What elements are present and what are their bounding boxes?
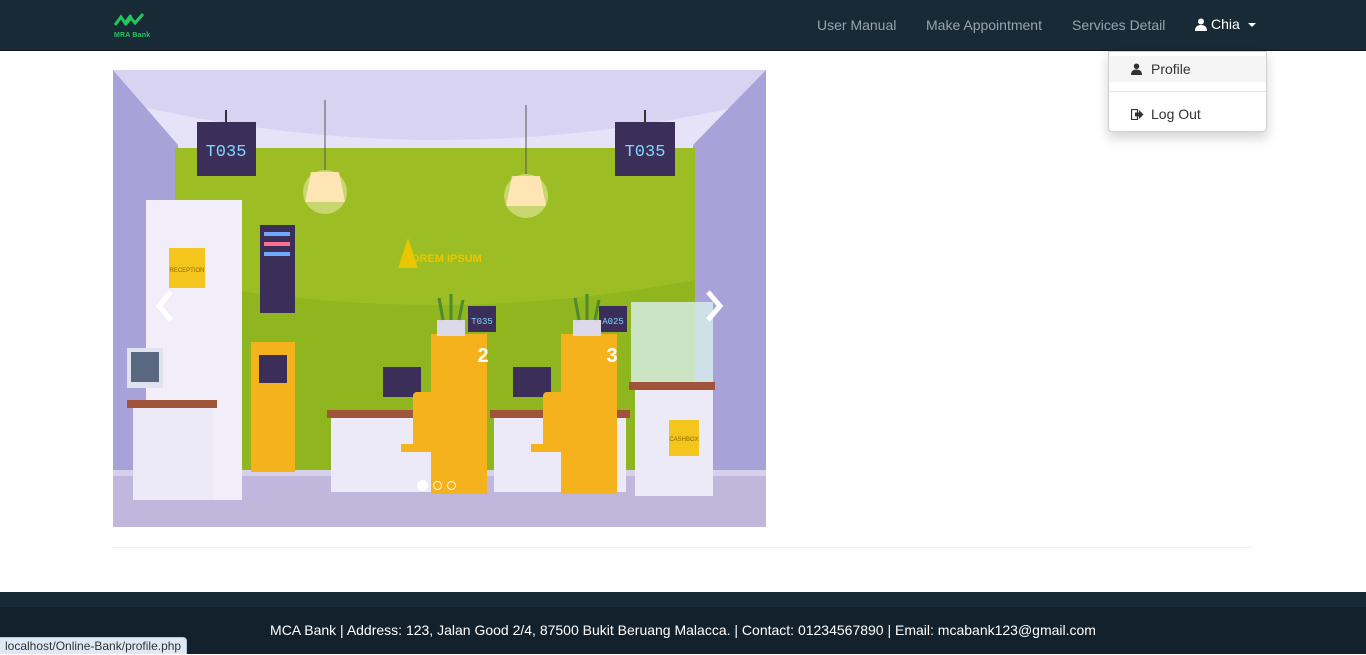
nav-user-manual[interactable]: User Manual (817, 17, 896, 33)
chevron-left-icon (155, 290, 173, 322)
wall-logo-text: LOREM IPSUM (404, 253, 482, 265)
content-divider (113, 547, 1252, 548)
nav-services-detail[interactable]: Services Detail (1072, 17, 1165, 33)
carousel-indicator-2[interactable] (433, 481, 442, 490)
carousel-indicators (417, 480, 456, 491)
counter-2-number: 2 (477, 345, 488, 367)
site-footer: MCA Bank | Address: 123, Jalan Good 2/4,… (0, 607, 1366, 654)
carousel-prev-button[interactable] (151, 286, 181, 326)
cashbox-sign-text: CASHBOX (669, 437, 698, 443)
top-navbar: MRA Bank User Manual Make Appointment Se… (0, 0, 1366, 51)
carousel-indicator-3[interactable] (447, 481, 456, 490)
reception-sign-text: RECEPTION (169, 268, 204, 274)
brand-logo[interactable]: MRA Bank (113, 13, 159, 43)
user-dropdown-menu: Profile Log Out (1108, 51, 1267, 132)
screen-right-text: T035 (625, 143, 666, 162)
footer-top-band (0, 592, 1366, 607)
carousel-next-button[interactable] (698, 286, 728, 326)
bank-interior-illustration: T035 T035 LOREM IPSUM RECEPTION 2 3 T035… (113, 70, 766, 527)
logout-icon (1131, 108, 1144, 120)
nav-make-appointment[interactable]: Make Appointment (926, 17, 1042, 33)
dropdown-divider (1109, 91, 1266, 92)
dropdown-item-label: Log Out (1151, 106, 1201, 122)
counter-2-display: T035 (471, 317, 493, 327)
dropdown-item-label: Profile (1151, 61, 1191, 77)
user-menu-toggle[interactable]: Chia (1195, 16, 1256, 32)
counter-3-display: A025 (602, 317, 624, 327)
user-icon (1131, 63, 1142, 75)
user-icon (1195, 18, 1207, 31)
carousel-indicator-1[interactable] (417, 480, 428, 491)
caret-down-icon (1247, 23, 1256, 27)
image-carousel[interactable]: T035 T035 LOREM IPSUM RECEPTION 2 3 T035… (113, 70, 766, 527)
dropdown-item-logout[interactable]: Log Out (1109, 101, 1266, 127)
brand-logo-icon (113, 13, 145, 26)
brand-text: MRA Bank (114, 32, 151, 39)
dropdown-item-profile[interactable]: Profile (1109, 56, 1266, 82)
screen-left-text: T035 (206, 143, 247, 162)
user-name: Chia (1211, 16, 1240, 32)
browser-status-url: localhost/Online-Bank/profile.php (0, 637, 188, 654)
counter-3-number: 3 (606, 345, 617, 367)
footer-info-text: MCA Bank | Address: 123, Jalan Good 2/4,… (270, 622, 1096, 638)
chevron-right-icon (706, 290, 724, 322)
